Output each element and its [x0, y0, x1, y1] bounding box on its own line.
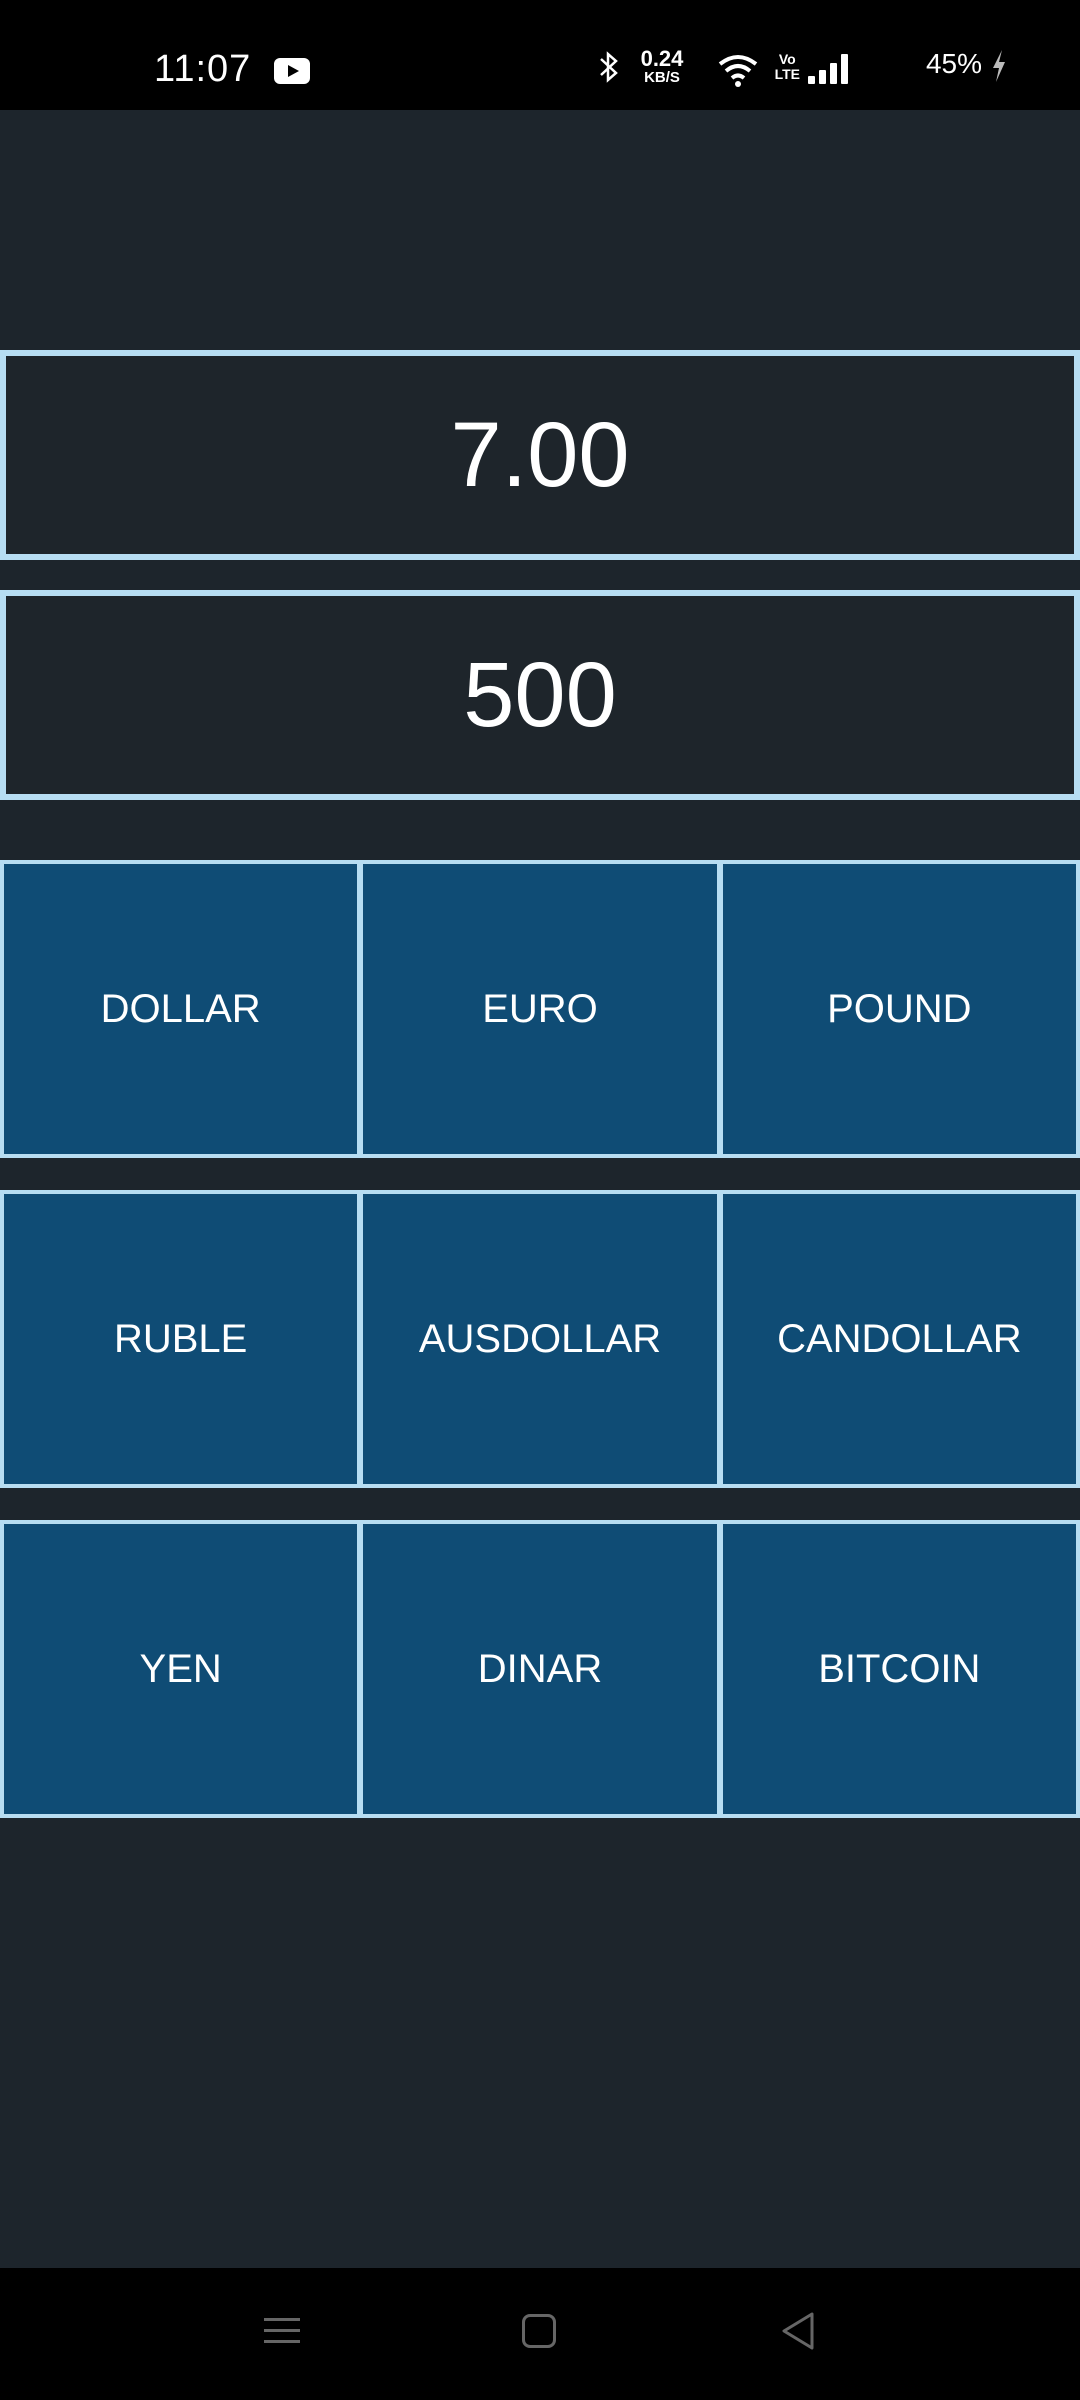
euro-button[interactable]: EURO [363, 864, 717, 1154]
status-bar: 11:07 0.24 KB/S Vo LTE 45% [0, 0, 1080, 110]
back-icon[interactable] [778, 2310, 818, 2352]
yen-button[interactable]: YEN [4, 1524, 358, 1814]
menu-icon[interactable] [264, 2314, 300, 2348]
battery-percent: 45% [925, 48, 982, 79]
currency-row-3: YEN DINAR BITCOIN [0, 1520, 1080, 1818]
ausdollar-button[interactable]: AUSDOLLAR [363, 1194, 717, 1484]
wifi-icon [716, 52, 760, 88]
volte-top: Vo [778, 51, 796, 67]
charging-icon [990, 48, 1008, 92]
result-display: 7.00 [0, 350, 1080, 560]
volte-indicator: Vo LTE [774, 51, 800, 83]
signal-icon [808, 54, 848, 84]
network-speed-unit: KB/S [644, 69, 680, 86]
amount-input[interactable]: 500 [0, 590, 1080, 800]
dollar-button[interactable]: DOLLAR [4, 864, 358, 1154]
network-speed-value: 0.24 [640, 46, 684, 71]
candollar-button[interactable]: CANDOLLAR [722, 1194, 1076, 1484]
pound-button[interactable]: POUND [722, 864, 1076, 1154]
status-time: 11:07 [154, 48, 252, 90]
home-icon[interactable] [522, 2314, 556, 2348]
youtube-icon [274, 58, 310, 84]
currency-row-1: DOLLAR EURO POUND [0, 860, 1080, 1158]
network-speed: 0.24 KB/S [632, 46, 692, 86]
dinar-button[interactable]: DINAR [363, 1524, 717, 1814]
volte-bottom: LTE [774, 66, 800, 83]
bitcoin-button[interactable]: BITCOIN [722, 1524, 1076, 1814]
status-icons: 0.24 KB/S Vo LTE 45% [568, 48, 1008, 92]
currency-row-2: RUBLE AUSDOLLAR CANDOLLAR [0, 1190, 1080, 1488]
ruble-button[interactable]: RUBLE [4, 1194, 358, 1484]
bluetooth-icon [598, 50, 620, 93]
system-nav-bar [0, 2268, 1080, 2400]
